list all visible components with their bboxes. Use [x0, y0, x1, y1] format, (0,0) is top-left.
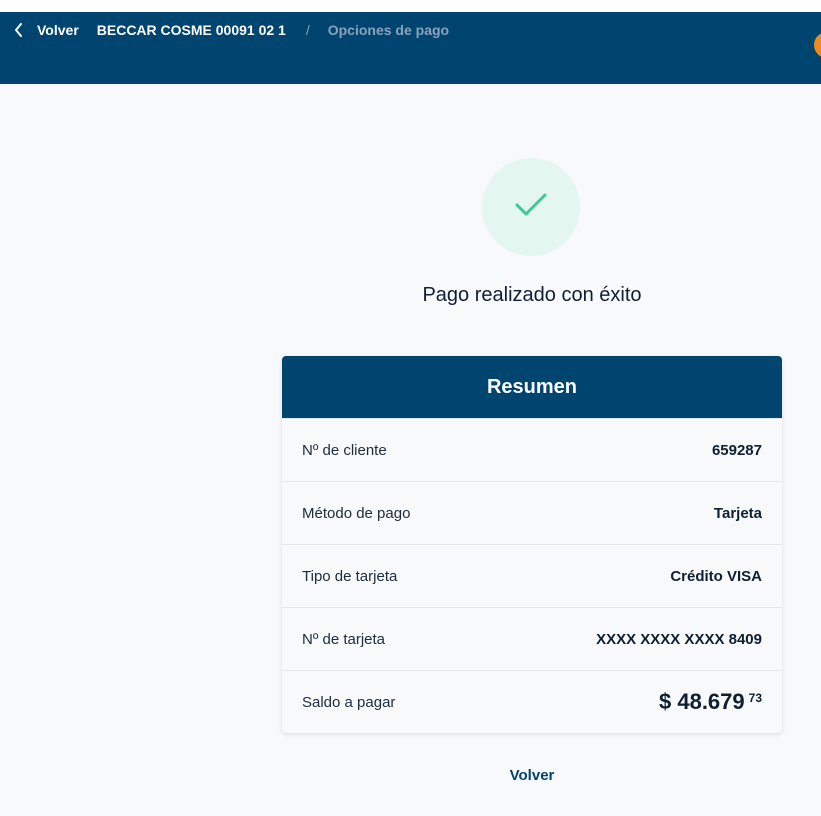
back-button[interactable]: Volver [510, 767, 555, 784]
row-label: Tipo de tarjeta [302, 567, 398, 585]
summary-row: Método de pago Tarjeta [282, 481, 782, 544]
summary-row: Tipo de tarjeta Crédito VISA [282, 544, 782, 607]
row-label: Nº de cliente [302, 441, 387, 459]
row-label: Nº de tarjeta [302, 630, 386, 648]
amount-cents: 73 [748, 691, 762, 705]
summary-row: Nº de tarjeta XXXX XXXX XXXX 8409 [282, 607, 782, 670]
amount-main: $ 48.679 [659, 689, 745, 714]
back-link[interactable]: Volver [14, 22, 79, 38]
summary-title: Resumen [282, 356, 782, 418]
user-avatar[interactable] [814, 32, 821, 58]
top-header: Volver BECCAR COSME 00091 02 1 / Opcione… [0, 12, 821, 84]
breadcrumb-account[interactable]: BECCAR COSME 00091 02 1 [97, 22, 286, 38]
client-number: 659287 [711, 441, 762, 459]
card-type: Crédito VISA [670, 567, 762, 585]
amount-to-pay: $ 48.679 73 [659, 689, 762, 715]
success-title: Pago realizado con éxito [422, 284, 642, 306]
breadcrumb: Volver BECCAR COSME 00091 02 1 / Opcione… [14, 20, 449, 40]
breadcrumb-separator: / [305, 22, 310, 38]
chevron-left-icon [14, 23, 23, 37]
row-label: Método de pago [302, 504, 411, 522]
summary-row: Nº de cliente 659287 [282, 418, 782, 481]
summary-row-total: Saldo a pagar $ 48.679 73 [282, 670, 782, 733]
card-number: XXXX XXXX XXXX 8409 [596, 630, 762, 648]
back-label: Volver [37, 22, 79, 38]
payment-method: Tarjeta [713, 504, 762, 522]
top-strip [0, 0, 821, 12]
summary-card: Resumen Nº de cliente 659287 Método de p… [282, 356, 782, 733]
footer-back: Volver [282, 767, 782, 784]
row-label: Saldo a pagar [302, 693, 396, 711]
success-badge [482, 158, 580, 256]
breadcrumb-current: Opciones de pago [327, 22, 450, 38]
check-icon [514, 192, 548, 223]
